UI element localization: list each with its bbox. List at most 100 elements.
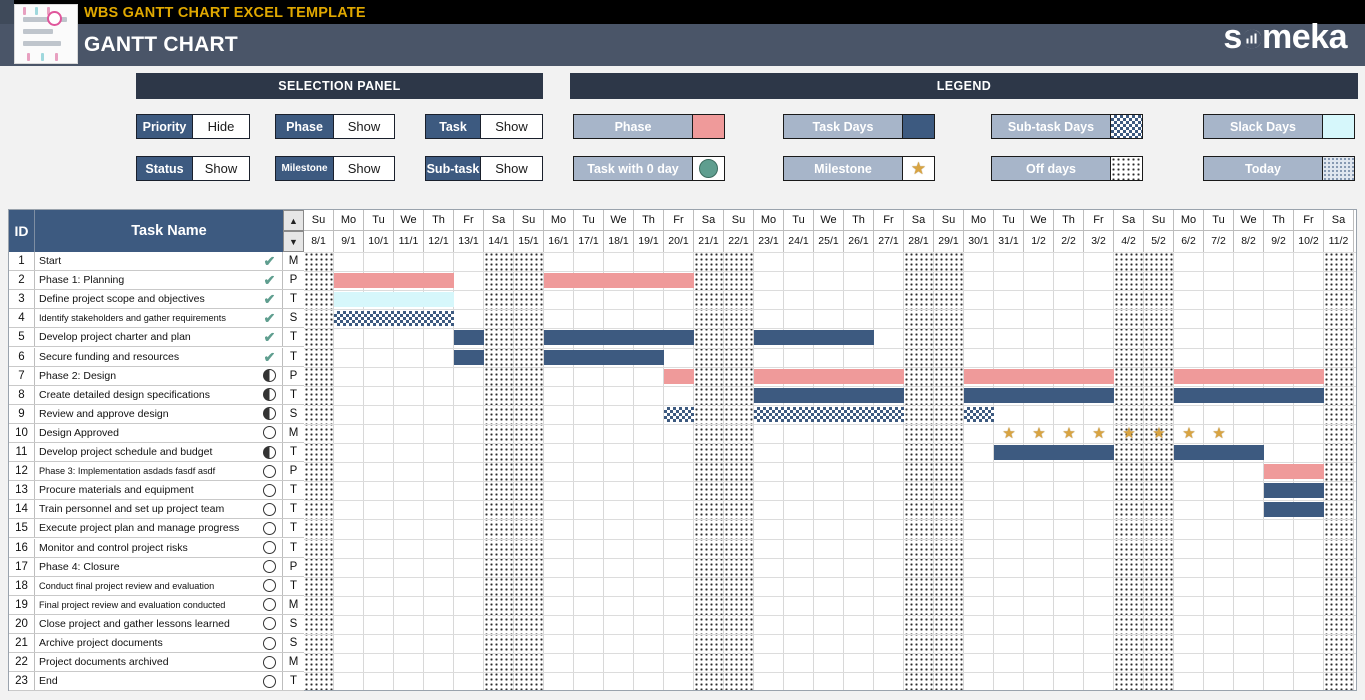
milestone-star-icon[interactable]: ★ xyxy=(1084,426,1114,441)
gantt-bar-phase[interactable] xyxy=(964,368,1114,384)
row-status[interactable] xyxy=(257,500,283,519)
gantt-bar-phase[interactable] xyxy=(544,273,694,289)
gantt-bar-task[interactable] xyxy=(454,330,484,346)
table-row[interactable]: 3 Define project scope and objectives ✔ T xyxy=(9,290,304,310)
gantt-bar-phase[interactable] xyxy=(754,368,904,384)
table-row[interactable]: 6 Secure funding and resources ✔ T xyxy=(9,347,304,367)
milestone-star-icon[interactable]: ★ xyxy=(994,426,1024,441)
toggle-phase-value[interactable]: Show xyxy=(334,115,394,138)
row-status[interactable] xyxy=(257,404,283,423)
gantt-bar-task[interactable] xyxy=(754,330,874,346)
gantt-bar-task[interactable] xyxy=(964,387,1114,403)
row-status[interactable] xyxy=(257,576,283,595)
row-status[interactable] xyxy=(257,634,283,653)
row-status[interactable]: ✔ xyxy=(257,347,283,366)
toggle-phase[interactable]: Phase Show xyxy=(275,114,395,139)
row-status[interactable]: ✔ xyxy=(257,309,283,328)
row-separator xyxy=(304,557,1356,559)
table-row[interactable]: 18 Conduct final project review and evalu… xyxy=(9,576,304,596)
gantt-bar-task[interactable] xyxy=(1264,502,1324,518)
table-row[interactable]: 12 Phase 3: Implementation asdads fasdf a… xyxy=(9,462,304,482)
table-row[interactable]: 21 Archive project documents S xyxy=(9,634,304,654)
gantt-bar-sub[interactable] xyxy=(754,406,904,422)
row-status[interactable] xyxy=(257,538,283,557)
toggle-priority-value[interactable]: Hide xyxy=(193,115,249,138)
toggle-task[interactable]: Task Show xyxy=(425,114,543,139)
row-status[interactable] xyxy=(257,443,283,462)
gantt-bar-task[interactable] xyxy=(994,445,1114,460)
gantt-bar-task[interactable] xyxy=(454,349,484,365)
table-row[interactable]: 19 Final project review and evaluation co… xyxy=(9,595,304,615)
gantt-bar-sub[interactable] xyxy=(664,406,694,422)
toggle-subtask-value[interactable]: Show xyxy=(481,157,542,180)
table-row[interactable]: 13 Procure materials and equipment T xyxy=(9,481,304,501)
row-status[interactable]: ✔ xyxy=(257,290,283,309)
gantt-bar-task[interactable] xyxy=(1264,483,1324,499)
date-label: 7/2 xyxy=(1211,235,1226,247)
date-column-header: We 25/1 xyxy=(814,210,844,252)
milestone-star-icon[interactable]: ★ xyxy=(1054,426,1084,441)
gantt-bar-task[interactable] xyxy=(754,387,904,403)
day-column xyxy=(1084,252,1114,690)
toggle-milestone-value[interactable]: Show xyxy=(334,157,394,180)
table-row[interactable]: 2 Phase 1: Planning ✔ P xyxy=(9,271,304,291)
table-row[interactable]: 8 Create detailed design specifications T xyxy=(9,385,304,405)
table-row[interactable]: 15 Execute project plan and manage progre… xyxy=(9,519,304,539)
table-row[interactable]: 7 Phase 2: Design P xyxy=(9,366,304,386)
row-status[interactable]: ✔ xyxy=(257,328,283,347)
gantt-bar-phase[interactable] xyxy=(334,273,454,289)
toggle-milestone[interactable]: Milestone Show xyxy=(275,156,395,181)
table-row[interactable]: 11 Develop project schedule and budget T xyxy=(9,443,304,463)
table-row[interactable]: 16 Monitor and control project risks T xyxy=(9,538,304,558)
milestone-star-icon[interactable]: ★ xyxy=(1204,426,1234,441)
milestone-star-icon[interactable]: ★ xyxy=(1174,426,1204,441)
milestone-star-icon[interactable]: ★ xyxy=(1114,426,1144,441)
toggle-status-value[interactable]: Show xyxy=(193,157,249,180)
table-row[interactable]: 22 Project documents archived M xyxy=(9,653,304,673)
row-status[interactable] xyxy=(257,595,283,614)
row-status[interactable] xyxy=(257,423,283,442)
table-row[interactable]: 9 Review and approve design S xyxy=(9,404,304,424)
milestone-star-icon[interactable]: ★ xyxy=(1144,426,1174,441)
milestone-star-icon[interactable]: ★ xyxy=(1024,426,1054,441)
sort-descending-button[interactable]: ▼ xyxy=(283,231,304,252)
table-row[interactable]: 4 Identify stakeholders and gather requir… xyxy=(9,309,304,329)
table-row[interactable]: 14 Train personnel and set up project tea… xyxy=(9,500,304,520)
sort-ascending-button[interactable]: ▲ xyxy=(283,210,304,231)
row-status[interactable]: ✔ xyxy=(257,271,283,290)
gantt-bar-phase[interactable] xyxy=(1174,368,1324,384)
row-status[interactable] xyxy=(257,519,283,538)
gantt-bar-slack[interactable] xyxy=(334,292,454,308)
table-row[interactable]: 20 Close project and gather lessons learn… xyxy=(9,614,304,634)
gantt-bar-sub[interactable] xyxy=(964,406,994,422)
gantt-bar-sub[interactable] xyxy=(334,311,454,327)
row-status[interactable] xyxy=(257,385,283,404)
row-status[interactable] xyxy=(257,614,283,633)
weekday-label: We xyxy=(1234,210,1263,231)
legend-sub-task-days-swatch xyxy=(1111,115,1142,138)
row-status[interactable] xyxy=(257,366,283,385)
gantt-bar-task[interactable] xyxy=(1174,387,1324,403)
row-status[interactable]: ✔ xyxy=(257,252,283,271)
table-row[interactable]: 23 End T xyxy=(9,672,304,692)
table-row[interactable]: 10 Design Approved M xyxy=(9,423,304,443)
toggle-task-value[interactable]: Show xyxy=(481,115,542,138)
table-row[interactable]: 17 Phase 4: Closure P xyxy=(9,557,304,577)
table-row[interactable]: 1 Start ✔ M xyxy=(9,252,304,272)
gantt-bar-phase[interactable] xyxy=(1264,464,1324,480)
row-status[interactable] xyxy=(257,672,283,691)
gantt-bar-task[interactable] xyxy=(544,349,664,365)
table-row[interactable]: 5 Develop project charter and plan ✔ T xyxy=(9,328,304,348)
toggle-priority[interactable]: Priority Hide xyxy=(136,114,250,139)
gantt-bar-task[interactable] xyxy=(1174,445,1264,460)
row-status[interactable] xyxy=(257,653,283,672)
row-task-name: Design Approved xyxy=(39,426,119,439)
row-status[interactable] xyxy=(257,481,283,500)
legend-phase-label: Phase xyxy=(574,115,693,138)
row-status[interactable] xyxy=(257,462,283,481)
gantt-bar-phase[interactable] xyxy=(664,368,694,384)
toggle-status[interactable]: Status Show xyxy=(136,156,250,181)
gantt-bar-task[interactable] xyxy=(544,330,694,346)
row-status[interactable] xyxy=(257,557,283,576)
toggle-subtask[interactable]: Sub-task Show xyxy=(425,156,543,181)
